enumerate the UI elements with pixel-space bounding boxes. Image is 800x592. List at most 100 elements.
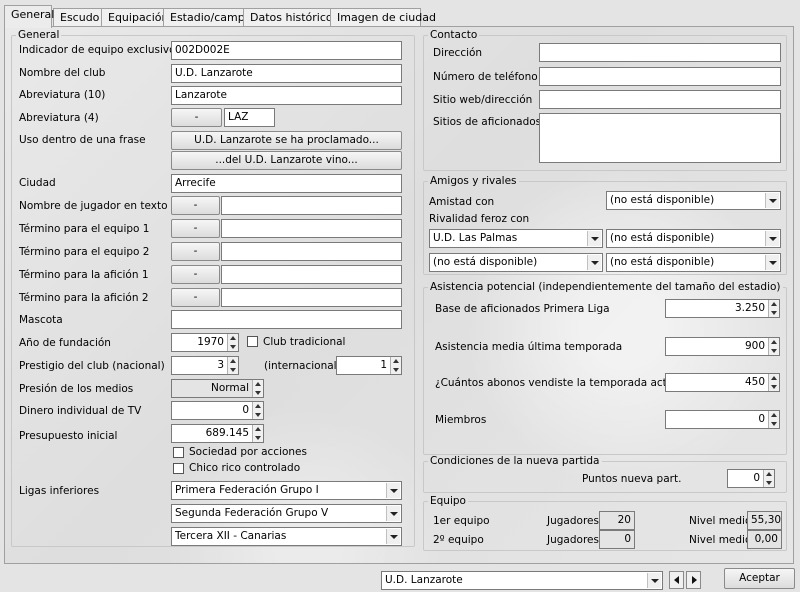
tv-money-stepper[interactable]: 0	[171, 401, 264, 420]
team1-term-field[interactable]	[221, 219, 402, 238]
team-select-value: U.D. Lanzarote	[385, 574, 463, 586]
player-text-field[interactable]	[221, 196, 402, 215]
accept-button[interactable]: Aceptar	[724, 568, 795, 589]
new-game-points-stepper[interactable]: 0	[727, 469, 775, 488]
tab-general[interactable]: General	[4, 5, 54, 28]
season-tickets-stepper[interactable]: 450	[665, 373, 780, 392]
team2-term-field[interactable]	[221, 242, 402, 261]
phrase-button-1[interactable]: U.D. Lanzarote se ha proclamado...	[171, 131, 402, 150]
tab-escudo[interactable]: Escudo	[53, 8, 102, 27]
rival-value-1: U.D. Las Palmas	[433, 232, 518, 244]
spinner-icon[interactable]	[763, 470, 774, 487]
team1-term-label: Término para el equipo 1	[19, 223, 150, 235]
rival-select-2[interactable]: (no está disponible)	[606, 229, 781, 248]
abbr10-field[interactable]: Lanzarote	[171, 86, 402, 105]
rivalry-label: Rivalidad feroz con	[429, 213, 530, 225]
chevron-down-icon[interactable]	[386, 529, 400, 544]
spinner-icon[interactable]	[390, 357, 401, 374]
traditional-checkbox[interactable]	[247, 336, 258, 347]
mascot-label: Mascota	[19, 314, 63, 326]
club-name-field[interactable]: U.D. Lanzarote	[171, 64, 402, 83]
intl-stepper[interactable]: 1	[336, 356, 402, 375]
team2-term-button[interactable]: -	[171, 242, 220, 261]
friendship-select[interactable]: (no está disponible)	[606, 191, 781, 210]
members-value: 0	[758, 413, 765, 425]
rival-select-4[interactable]: (no está disponible)	[606, 253, 781, 272]
previous-team-button[interactable]	[669, 571, 684, 589]
new-game-legend: Condiciones de la nueva partida	[430, 455, 600, 467]
fan-sites-field[interactable]	[539, 113, 781, 163]
chevron-down-icon[interactable]	[765, 231, 779, 246]
team-id-field[interactable]: 002D002E	[171, 41, 402, 60]
fans1-term-button[interactable]: -	[171, 265, 220, 284]
abbr4-field[interactable]: LAZ	[224, 108, 275, 127]
rich-checkbox[interactable]	[173, 463, 184, 474]
friendship-label: Amistad con	[429, 196, 495, 208]
fanbase-stepper[interactable]: 3.250	[665, 299, 780, 318]
team-select[interactable]: U.D. Lanzarote	[381, 571, 663, 590]
spinner-icon[interactable]	[227, 334, 238, 351]
spinner-icon[interactable]	[252, 425, 263, 442]
rival-value-2: (no está disponible)	[610, 232, 715, 244]
abbr4-button[interactable]: -	[171, 108, 222, 127]
phrase-button-2[interactable]: ...del U.D. Lanzarote vino...	[171, 151, 402, 170]
spinner-icon[interactable]	[768, 411, 779, 428]
team1-term-button[interactable]: -	[171, 219, 220, 238]
fans1-term-field[interactable]	[221, 265, 402, 284]
player-text-label: Nombre de jugador en texto	[19, 200, 168, 212]
members-stepper[interactable]: 0	[665, 410, 780, 429]
fan-sites-label: Sitios de aficionados	[433, 116, 542, 128]
chevron-down-icon[interactable]	[386, 483, 400, 498]
team-id-label: Indicador de equipo exclusivo	[19, 44, 176, 56]
spinner-icon[interactable]	[252, 402, 263, 419]
chevron-down-icon[interactable]	[765, 193, 779, 208]
website-field[interactable]	[539, 90, 781, 109]
tab-imagen-ciudad[interactable]: Imagen de ciudad	[330, 8, 436, 27]
chevron-down-icon[interactable]	[765, 255, 779, 270]
fans2-term-button[interactable]: -	[171, 288, 220, 307]
budget-stepper[interactable]: 689.145	[171, 424, 264, 443]
spinner-icon[interactable]	[252, 380, 263, 397]
tab-datos-historicos[interactable]: Datos históricos	[243, 8, 338, 27]
founded-stepper[interactable]: 1970	[171, 333, 239, 352]
spinner-icon[interactable]	[768, 300, 779, 317]
player-text-button[interactable]: -	[171, 196, 220, 215]
fans2-term-field[interactable]	[221, 288, 402, 307]
budget-label: Presupuesto inicial	[19, 430, 118, 442]
season-tickets-label: ¿Cuántos abonos vendiste la temporada ac…	[435, 377, 689, 389]
spinner-icon[interactable]	[227, 357, 238, 374]
next-team-button[interactable]	[686, 571, 701, 589]
chevron-down-icon[interactable]	[647, 573, 661, 588]
founded-value: 1970	[197, 336, 224, 348]
chevron-down-icon[interactable]	[587, 231, 601, 246]
media-stepper[interactable]: Normal	[171, 379, 264, 398]
lower-league-select-2[interactable]: Segunda Federación Grupo V	[171, 504, 402, 523]
lower-league-select-3[interactable]: Tercera XII - Canarias	[171, 527, 402, 546]
abbr10-label: Abreviatura (10)	[19, 89, 106, 101]
chevron-down-icon[interactable]	[386, 506, 400, 521]
first-team-avg-value: 55,30	[747, 511, 782, 530]
members-label: Miembros	[435, 414, 487, 426]
spinner-icon[interactable]	[768, 338, 779, 355]
lower-league-select-1[interactable]: Primera Federación Grupo I	[171, 481, 402, 500]
tv-money-label: Dinero individual de TV	[19, 405, 142, 417]
shares-label: Sociedad por acciones	[189, 446, 307, 458]
avg-attendance-stepper[interactable]: 900	[665, 337, 780, 356]
mascot-field[interactable]	[171, 310, 402, 329]
new-game-points-value: 0	[753, 472, 760, 484]
fans1-term-label: Término para la afición 1	[19, 269, 149, 281]
rich-label: Chico rico controlado	[189, 462, 301, 474]
address-field[interactable]	[539, 43, 781, 62]
tab-estadio[interactable]: Estadio/campo	[163, 8, 251, 27]
prestige-label: Prestigio del club (nacional)	[19, 360, 165, 372]
phone-field[interactable]	[539, 67, 781, 86]
second-team-players-value: 0	[599, 530, 635, 549]
prestige-stepper[interactable]: 3	[171, 356, 239, 375]
shares-checkbox[interactable]	[173, 447, 184, 458]
rival-select-1[interactable]: U.D. Las Palmas	[429, 229, 603, 248]
rival-select-3[interactable]: (no está disponible)	[429, 253, 603, 272]
spinner-icon[interactable]	[768, 374, 779, 391]
city-field[interactable]: Arrecife	[171, 174, 402, 193]
chevron-down-icon[interactable]	[587, 255, 601, 270]
tab-equipacion[interactable]: Equipación	[101, 8, 169, 27]
